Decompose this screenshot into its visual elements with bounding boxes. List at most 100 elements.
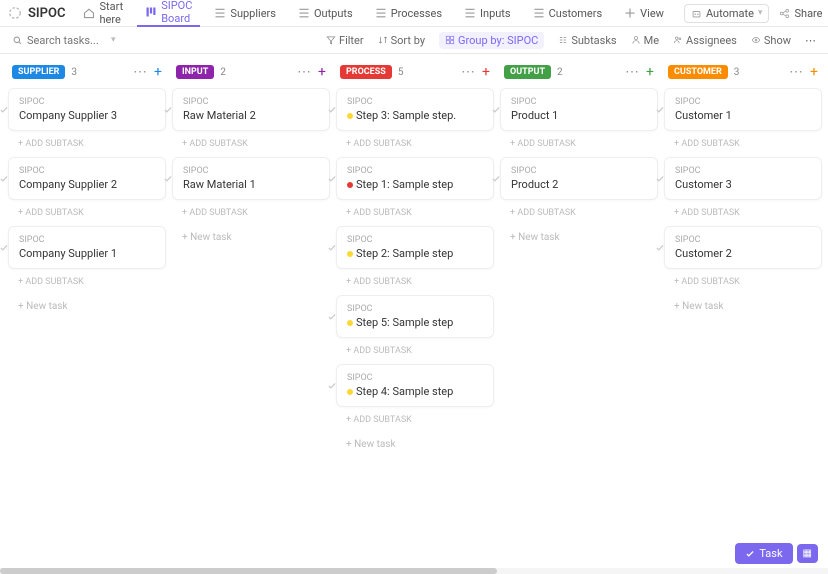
tab-outputs[interactable]: Outputs [290, 0, 361, 27]
add-subtask-button[interactable]: + ADD SUBTASK [500, 135, 658, 157]
add-subtask-button[interactable]: + ADD SUBTASK [336, 135, 494, 157]
add-subtask-button[interactable]: + ADD SUBTASK [336, 342, 494, 364]
automate-button[interactable]: Automate ▾ [684, 4, 770, 23]
add-subtask-button[interactable]: + ADD SUBTASK [664, 135, 822, 157]
tab-suppliers[interactable]: Suppliers [206, 0, 284, 27]
group-button[interactable]: Group by: SIPOC [439, 32, 544, 49]
horizontal-scrollbar[interactable] [0, 568, 828, 574]
subtasks-button[interactable]: Subtasks [558, 34, 616, 47]
add-subtask-button[interactable]: + ADD SUBTASK [336, 273, 494, 295]
card[interactable]: SIPOC Customer 2 [664, 226, 822, 269]
more-button[interactable]: ⋯ [805, 34, 816, 47]
new-task-button[interactable]: + New task [172, 226, 330, 249]
column-more-icon[interactable]: ⋯ [625, 64, 640, 80]
scrollbar-thumb[interactable] [0, 568, 497, 574]
new-task-button[interactable]: + New task [336, 433, 494, 456]
assignees-button[interactable]: Assignees [673, 34, 737, 47]
card[interactable]: SIPOC Step 3: Sample step. [336, 88, 494, 131]
card-title: Customer 2 [675, 247, 813, 260]
add-subtask-button[interactable]: + ADD SUBTASK [664, 273, 822, 295]
card-tag: SIPOC [19, 235, 157, 245]
show-label: Show [764, 34, 791, 47]
new-task-button[interactable]: + New task [500, 226, 658, 249]
card-tag: SIPOC [675, 97, 813, 107]
add-subtask-button[interactable]: + ADD SUBTASK [8, 135, 166, 157]
sort-button[interactable]: Sort by [378, 34, 425, 47]
check-icon[interactable] [491, 174, 501, 184]
show-button[interactable]: Show [751, 34, 791, 47]
check-icon[interactable] [327, 105, 337, 115]
task-grid-button[interactable]: ▦ [797, 544, 818, 563]
card[interactable]: SIPOC Company Supplier 1 [8, 226, 166, 269]
column-more-icon[interactable]: ⋯ [789, 64, 804, 80]
add-subtask-button[interactable]: + ADD SUBTASK [336, 411, 494, 433]
column-header: CUSTOMER 3 ⋯ + [664, 64, 822, 80]
card[interactable]: SIPOC Company Supplier 2 [8, 157, 166, 200]
card[interactable]: SIPOC Step 4: Sample step [336, 364, 494, 407]
check-icon[interactable] [0, 174, 9, 184]
check-icon[interactable] [655, 174, 665, 184]
column-count: 2 [557, 67, 563, 78]
new-task-button[interactable]: + New task [664, 295, 822, 318]
check-icon[interactable] [327, 243, 337, 253]
column-more-icon[interactable]: ⋯ [133, 64, 148, 80]
card-tag: SIPOC [675, 235, 813, 245]
check-icon[interactable] [163, 105, 173, 115]
subtasks-icon [558, 35, 568, 45]
card-tag: SIPOC [183, 166, 321, 176]
card[interactable]: SIPOC Customer 3 [664, 157, 822, 200]
tab-start-here[interactable]: Start here [75, 0, 131, 27]
add-subtask-button[interactable]: + ADD SUBTASK [172, 135, 330, 157]
search-input[interactable] [27, 34, 107, 47]
card[interactable]: SIPOC Step 1: Sample step [336, 157, 494, 200]
tab-inputs[interactable]: Inputs [456, 0, 519, 27]
column-add-icon[interactable]: + [646, 64, 654, 80]
card-title: Step 3: Sample step. [347, 109, 485, 122]
check-icon[interactable] [491, 105, 501, 115]
tab-customers[interactable]: Customers [525, 0, 611, 27]
users-icon [673, 35, 683, 45]
share-button[interactable]: Share [775, 7, 826, 20]
filter-button[interactable]: Filter [326, 34, 364, 47]
check-icon[interactable] [655, 105, 665, 115]
tab-processes[interactable]: Processes [367, 0, 450, 27]
me-button[interactable]: Me [631, 34, 659, 47]
check-icon[interactable] [163, 174, 173, 184]
check-icon[interactable] [327, 381, 337, 391]
check-icon[interactable] [327, 312, 337, 322]
card[interactable]: SIPOC Product 1 [500, 88, 658, 131]
column-more-icon[interactable]: ⋯ [297, 64, 312, 80]
add-subtask-button[interactable]: + ADD SUBTASK [172, 204, 330, 226]
column-add-icon[interactable]: + [154, 64, 162, 80]
card[interactable]: SIPOC Step 2: Sample step [336, 226, 494, 269]
add-subtask-button[interactable]: + ADD SUBTASK [664, 204, 822, 226]
card[interactable]: SIPOC Raw Material 2 [172, 88, 330, 131]
card-tag: SIPOC [347, 373, 485, 383]
card-tag: SIPOC [19, 166, 157, 176]
add-subtask-button[interactable]: + ADD SUBTASK [8, 273, 166, 295]
card[interactable]: SIPOC Company Supplier 3 [8, 88, 166, 131]
task-button[interactable]: Task [735, 543, 792, 564]
check-icon[interactable] [0, 105, 9, 115]
check-icon[interactable] [327, 174, 337, 184]
new-task-button[interactable]: + New task [8, 295, 166, 318]
add-subtask-button[interactable]: + ADD SUBTASK [500, 204, 658, 226]
check-icon[interactable] [0, 243, 9, 253]
card[interactable]: SIPOC Step 5: Sample step [336, 295, 494, 338]
column-add-icon[interactable]: + [810, 64, 818, 80]
column-add-icon[interactable]: + [318, 64, 326, 80]
tab-sipoc-board[interactable]: SIPOC Board [137, 0, 200, 27]
add-subtask-button[interactable]: + ADD SUBTASK [8, 204, 166, 226]
column-pill: CUSTOMER [668, 65, 728, 79]
chevron-down-icon[interactable]: ▾ [111, 35, 116, 45]
card[interactable]: SIPOC Customer 1 [664, 88, 822, 131]
task-button-group: Task ▦ [735, 543, 818, 564]
column-add-icon[interactable]: + [482, 64, 490, 80]
column-more-icon[interactable]: ⋯ [461, 64, 476, 80]
add-subtask-button[interactable]: + ADD SUBTASK [336, 204, 494, 226]
card[interactable]: SIPOC Product 2 [500, 157, 658, 200]
tab-view[interactable]: View [616, 0, 672, 27]
check-icon[interactable] [655, 243, 665, 253]
card[interactable]: SIPOC Raw Material 1 [172, 157, 330, 200]
card-tag: SIPOC [347, 166, 485, 176]
